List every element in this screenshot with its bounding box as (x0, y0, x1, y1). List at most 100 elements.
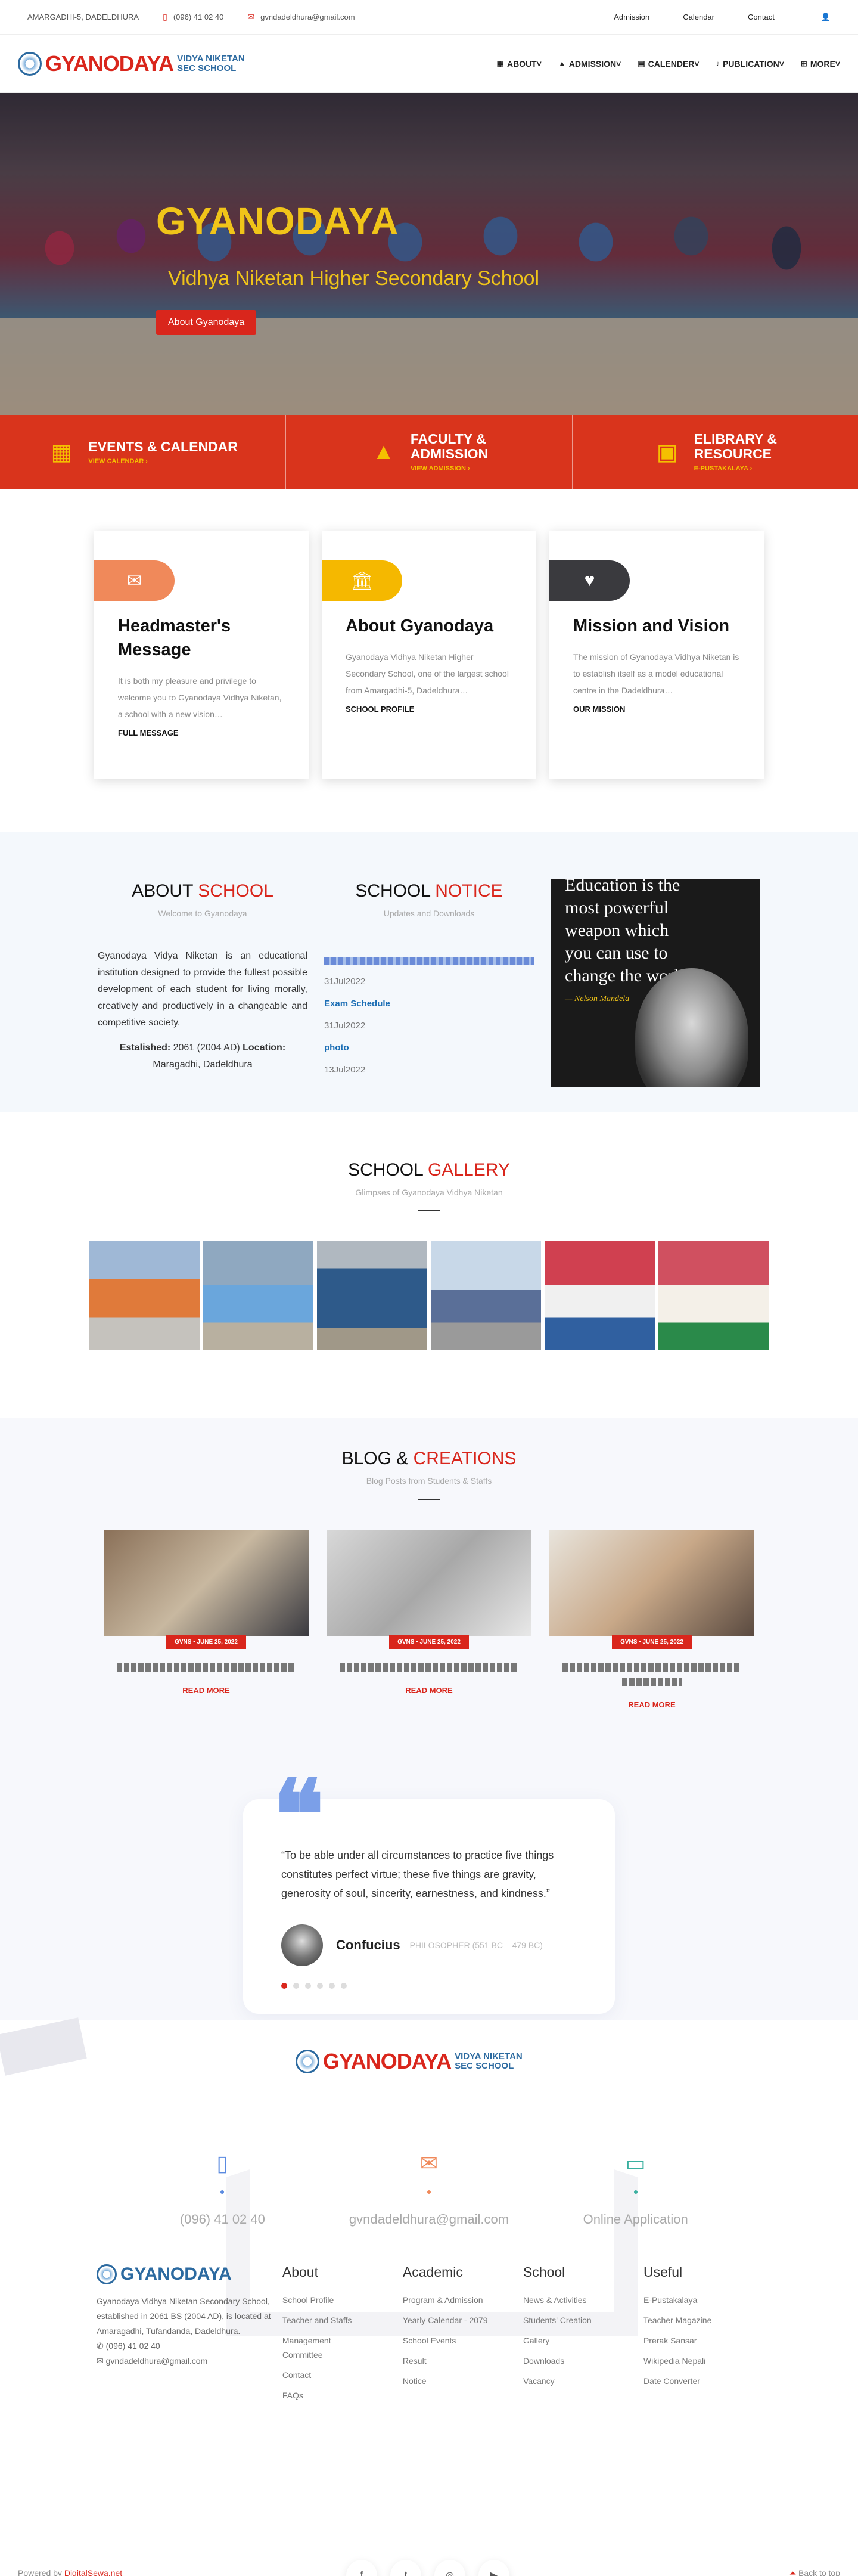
gallery-image[interactable] (431, 1241, 541, 1350)
read-more-link[interactable]: READ MORE (549, 1700, 754, 1709)
footer-phone[interactable]: ▯ (096) 41 02 40 (133, 2151, 312, 2227)
footer-link[interactable]: Prerak Sansar (644, 2330, 764, 2351)
gallery-image[interactable] (89, 1241, 200, 1350)
card-about: 🏛 About Gyanodaya Gyanodaya Vidhya Niket… (322, 531, 536, 779)
full-message-link[interactable]: FULL MESSAGE (118, 729, 285, 737)
footer-link[interactable]: Management Committee (282, 2330, 354, 2365)
nav-publication[interactable]: ♪ PUBLICATION ˅ (716, 59, 784, 69)
footer-col-academic: Academic Program & Admission Yearly Calen… (403, 2264, 523, 2405)
envelope-icon: ✉ (419, 2151, 439, 2175)
carousel-dot[interactable] (293, 1983, 299, 1989)
read-more-link[interactable]: READ MORE (327, 1686, 531, 1695)
blog-post[interactable]: GVNS • JUNE 25, 2022 READ MORE (327, 1530, 531, 1709)
school-emblem-icon (296, 2050, 319, 2073)
blog-image (549, 1530, 754, 1636)
chevron-down-icon: ˅ (694, 58, 700, 69)
carousel-dot[interactable] (329, 1983, 335, 1989)
quote-icon: ❝ (273, 1763, 325, 1869)
hero-title: GYANODAYA (156, 200, 399, 243)
nav-more[interactable]: ⊞ MORE ˅ (801, 59, 840, 69)
main-nav: ▦ ABOUT ˅ ▲ ADMISSION ˅ ▤ CALENDER ˅ ♪ PUBLI… (480, 59, 840, 69)
footer-link[interactable]: School Profile (282, 2290, 403, 2310)
email-contact[interactable]: ✉ gvndadeldhura@gmail.com (247, 12, 355, 22)
top-nav-calendar[interactable]: Calendar (666, 13, 731, 21)
carousel-dot[interactable] (305, 1983, 311, 1989)
youtube-icon[interactable]: ▶ (478, 2560, 509, 2576)
calendar-icon: ▤ (638, 58, 645, 68)
chevron-down-icon: ˅ (835, 58, 840, 69)
footer-online-application[interactable]: ▭ Online Application (546, 2151, 725, 2227)
footer-link[interactable]: Date Converter (644, 2371, 764, 2391)
top-nav: Admission Calendar Contact (597, 13, 791, 21)
facebook-icon[interactable]: f (346, 2560, 377, 2576)
footer-link[interactable]: Students' Creation (523, 2310, 644, 2330)
footer-email[interactable]: ✉ gvndadeldhura@gmail.com (340, 2151, 518, 2227)
user-icon[interactable]: 👤 (821, 13, 831, 22)
twitter-icon[interactable]: t (390, 2560, 421, 2576)
calendar-icon: ▦ (51, 439, 73, 465)
footer-link[interactable]: Gallery (523, 2330, 644, 2351)
powered-by-link[interactable]: DigitalSewa.net (64, 2568, 122, 2576)
phone-contact[interactable]: ▯ (096) 41 02 40 (163, 12, 223, 22)
footer-link[interactable]: Downloads (523, 2351, 644, 2371)
footer-col-school: School News & Activities Students' Creati… (523, 2264, 644, 2405)
feature-faculty[interactable]: ▲ FACULTY & ADMISSION VIEW ADMISSION › (286, 415, 573, 489)
blog-post[interactable]: GVNS • JUNE 25, 2022 READ MORE (549, 1530, 754, 1709)
top-nav-admission[interactable]: Admission (597, 13, 666, 21)
carousel-dot[interactable] (317, 1983, 323, 1989)
blog-image (104, 1530, 309, 1636)
read-more-link[interactable]: READ MORE (104, 1686, 309, 1695)
about-notice-section: ABOUT SCHOOL Welcome to Gyanodaya Gyanod… (0, 832, 858, 1112)
nav-about[interactable]: ▦ ABOUT ˅ (497, 59, 542, 69)
notice-photo[interactable]: photo (324, 1037, 534, 1059)
institution-icon: 🏛 (322, 560, 402, 601)
footer: GYANODAYA VIDYA NIKETAN SEC SCHOOL ▯ (096)… (0, 2017, 858, 2576)
instagram-icon[interactable]: ◎ (434, 2560, 465, 2576)
footer-link[interactable]: Program & Admission (403, 2290, 523, 2310)
info-cards: ✉ Headmaster's Message It is both my ple… (0, 489, 858, 832)
card-mission: ♥ Mission and Vision The mission of Gyan… (549, 531, 764, 779)
footer-link[interactable]: E-Pustakalaya (644, 2290, 764, 2310)
e-pustakalaya-link[interactable]: E-PUSTAKALAYA › (694, 465, 777, 472)
gallery-grid (0, 1241, 858, 1350)
footer-link[interactable]: School Events (403, 2330, 523, 2351)
footer-logo[interactable]: GYANODAYA VIDYA NIKETAN SEC SCHOOL (296, 2050, 523, 2073)
footer-link[interactable]: Notice (403, 2371, 523, 2391)
feature-elibrary[interactable]: ▣ ELIBRARY & RESOURCE E-PUSTAKALAYA › (573, 415, 858, 489)
gallery-image[interactable] (545, 1241, 655, 1350)
blog-post[interactable]: GVNS • JUNE 25, 2022 READ MORE (104, 1530, 309, 1709)
footer-link[interactable]: Teacher Magazine (644, 2310, 764, 2330)
gallery-image[interactable] (658, 1241, 769, 1350)
footer-link[interactable]: Result (403, 2351, 523, 2371)
back-to-top-button[interactable]: ⏶ Back to top (789, 2568, 840, 2576)
footer-bottom: Powered by DigitalSewa.net f t ◎ ▶ ⏶ Bac… (0, 2560, 858, 2576)
feature-strip: ▦ EVENTS & CALENDAR VIEW CALENDAR › ▲ FAC… (0, 415, 858, 489)
gallery-image[interactable] (203, 1241, 313, 1350)
about-gyanodaya-button[interactable]: About Gyanodaya (156, 310, 257, 335)
footer-link[interactable]: News & Activities (523, 2290, 644, 2310)
notice-exam-schedule[interactable]: Exam Schedule (324, 993, 534, 1015)
nav-calender[interactable]: ▤ CALENDER ˅ (638, 59, 699, 69)
top-nav-contact[interactable]: Contact (731, 13, 791, 21)
carousel-dot[interactable] (341, 1983, 347, 1989)
site-logo[interactable]: GYANODAYA VIDYA NIKETAN SEC SCHOOL (18, 51, 245, 76)
school-profile-link[interactable]: SCHOOL PROFILE (346, 705, 512, 714)
footer-contacts: ▯ (096) 41 02 40 ✉ gvndadeldhura@gmail.com… (0, 2151, 858, 2227)
feature-events[interactable]: ▦ EVENTS & CALENDAR VIEW CALENDAR › (0, 415, 287, 489)
footer-link[interactable]: Yearly Calendar - 2079 (403, 2310, 523, 2330)
chevron-down-icon: ˅ (616, 58, 621, 69)
gallery-image[interactable] (317, 1241, 427, 1350)
footer-link[interactable]: Wikipedia Nepali (644, 2351, 764, 2371)
footer-link[interactable]: FAQs (282, 2385, 403, 2405)
our-mission-link[interactable]: OUR MISSION (573, 705, 740, 714)
view-admission-link[interactable]: VIEW ADMISSION › (411, 465, 488, 472)
footer-link[interactable]: Contact (282, 2365, 403, 2385)
hero-banner: GYANODAYA Vidhya Niketan Higher Secondar… (0, 93, 858, 415)
footer-link[interactable]: Teacher and Staffs (282, 2310, 403, 2330)
view-calendar-link[interactable]: VIEW CALENDAR › (88, 458, 237, 465)
carousel-dot[interactable] (281, 1983, 287, 1989)
nav-admission[interactable]: ▲ ADMISSION ˅ (558, 59, 621, 69)
bell-icon: ♪ (716, 59, 720, 68)
footer-link[interactable]: Vacancy (523, 2371, 644, 2391)
graduation-cap-icon: ▲ (372, 439, 395, 464)
